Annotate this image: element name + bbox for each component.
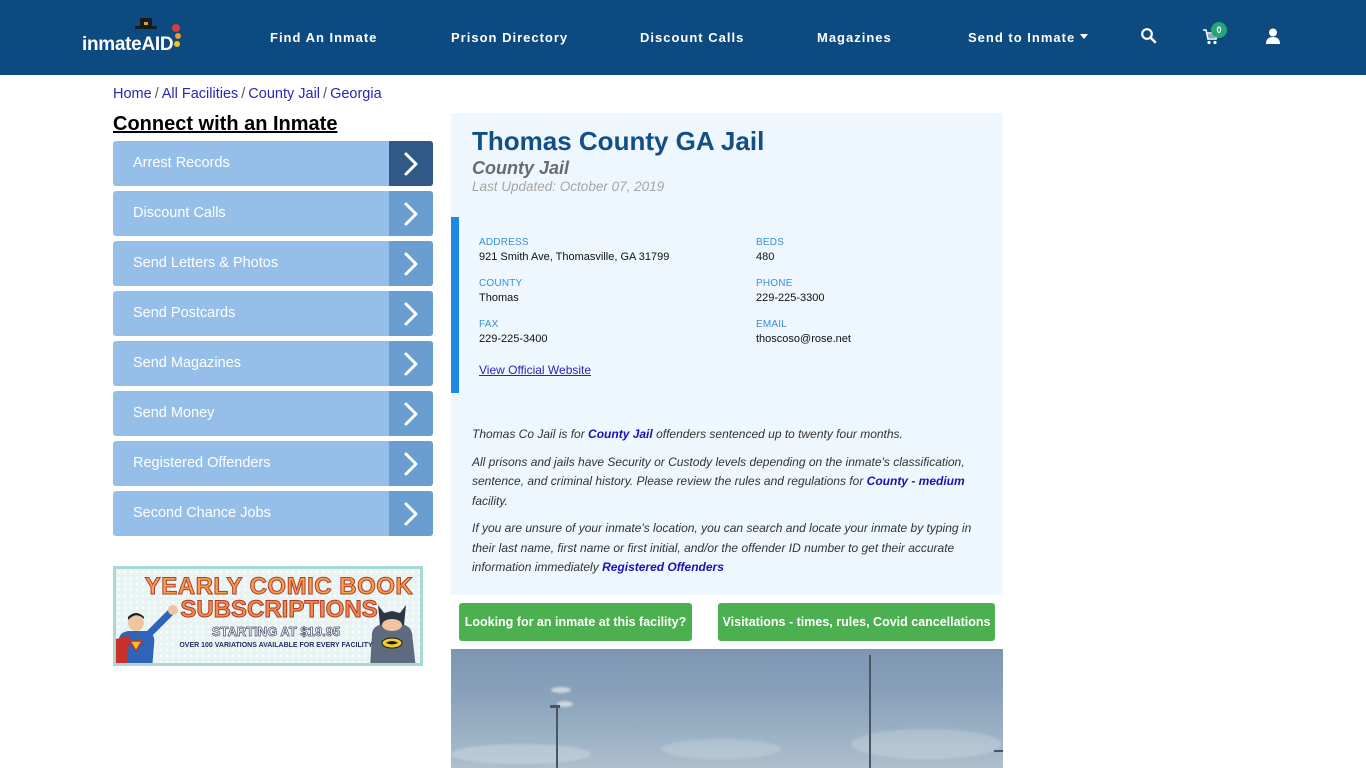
description-paragraph-1: Thomas Co Jail is for County Jail offend… <box>472 427 903 441</box>
sidebar-item-send-letters-photos[interactable]: Send Letters & Photos <box>113 241 433 286</box>
ad-price: STARTING AT $19.95 <box>211 624 341 640</box>
chevron-right-icon <box>389 241 433 286</box>
county-field: COUNTY Thomas <box>479 278 522 304</box>
pilgrim-hat-icon <box>135 18 157 29</box>
facility-panel: Thomas County GA Jail County Jail Last U… <box>451 113 1003 595</box>
email-label: EMAIL <box>756 319 788 330</box>
description-paragraph-3: If you are unsure of your inmate's locat… <box>472 521 972 574</box>
breadcrumb: Home / All Facilities / County Jail / Georgia <box>113 86 382 102</box>
breadcrumb-home[interactable]: Home <box>113 86 152 102</box>
breadcrumb-county-jail[interactable]: County Jail <box>248 86 320 102</box>
email-value: thoscoso@rose.net <box>756 333 851 345</box>
street-light-head <box>550 705 560 708</box>
address-field: ADDRESS 921 Smith Ave, Thomasville, GA 3… <box>479 237 669 263</box>
breadcrumb-separator: / <box>241 86 246 102</box>
sidebar-item-send-magazines[interactable]: Send Magazines <box>113 341 433 386</box>
sidebar-item-registered-offenders[interactable]: Registered Offenders <box>113 441 433 486</box>
info-accent-bar <box>451 217 459 393</box>
sidebar-title: Connect with an Inmate <box>113 113 338 135</box>
visitations-button[interactable]: Visitations - times, rules, Covid cancel… <box>718 603 995 641</box>
chevron-right-icon <box>389 191 433 236</box>
chevron-right-icon <box>389 391 433 436</box>
facility-info-box: ADDRESS 921 Smith Ave, Thomasville, GA 3… <box>451 217 1003 393</box>
county-value: Thomas <box>479 292 519 304</box>
sidebar-item-label: Send Magazines <box>133 355 242 371</box>
sidebar-item-label: Registered Offenders <box>133 455 271 471</box>
beds-field: BEDS 480 <box>756 237 784 263</box>
street-light-pole <box>556 707 558 768</box>
sidebar-menu: Arrest Records Discount Calls Send Lette… <box>113 141 433 541</box>
find-inmate-at-facility-button[interactable]: Looking for an inmate at this facility? <box>459 603 692 641</box>
ad-headline-2: SUBSCRIPTIONS <box>180 596 378 624</box>
facility-photo <box>451 649 1003 768</box>
last-updated: Last Updated: October 07, 2019 <box>472 179 665 194</box>
county-jail-link[interactable]: County Jail <box>588 427 653 441</box>
top-navbar: inmateAID Find An Inmate Prison Director… <box>0 0 1366 75</box>
facility-type: County Jail <box>472 158 570 178</box>
facility-description: Thomas Co Jail is for County Jail offend… <box>472 425 982 586</box>
fax-value: 229-225-3400 <box>479 333 548 345</box>
description-paragraph-2: All prisons and jails have Security or C… <box>472 454 965 508</box>
sidebar-item-label: Arrest Records <box>133 155 230 171</box>
sidebar-item-discount-calls[interactable]: Discount Calls <box>113 191 433 236</box>
sidebar-item-arrest-records[interactable]: Arrest Records <box>113 141 433 186</box>
phone-field: PHONE 229-225-3300 <box>756 278 825 304</box>
facility-title: Thomas County GA Jail <box>472 126 765 156</box>
breadcrumb-all-facilities[interactable]: All Facilities <box>162 86 239 102</box>
cloud <box>851 729 1001 759</box>
search-icon[interactable] <box>1140 27 1158 45</box>
registered-offenders-link[interactable]: Registered Offenders <box>602 560 724 574</box>
logo-text: inmateAID <box>82 34 174 55</box>
nav-prison-directory[interactable]: Prison Directory <box>451 30 568 45</box>
chevron-right-icon <box>389 341 433 386</box>
nav-send-to-inmate-label: Send to Inmate <box>968 30 1076 45</box>
site-logo[interactable]: inmateAID <box>82 18 181 55</box>
cart-count-badge: 0 <box>1211 22 1227 38</box>
beds-label: BEDS <box>756 237 785 248</box>
autumn-leaves-icon <box>172 24 181 47</box>
sidebar-item-label: Discount Calls <box>133 205 226 221</box>
nav-send-to-inmate[interactable]: Send to Inmate <box>968 30 1089 45</box>
breadcrumb-separator: / <box>323 86 328 102</box>
breadcrumb-separator: / <box>154 86 159 102</box>
nav-magazines[interactable]: Magazines <box>817 30 892 45</box>
street-light-head <box>994 750 1003 752</box>
sidebar-item-second-chance-jobs[interactable]: Second Chance Jobs <box>113 491 433 536</box>
phone-label: PHONE <box>756 278 793 289</box>
county-medium-link[interactable]: County - medium <box>867 474 965 488</box>
user-icon[interactable] <box>1264 27 1282 45</box>
breadcrumb-georgia[interactable]: Georgia <box>330 86 382 102</box>
phone-value: 229-225-3300 <box>756 292 825 304</box>
comic-subscription-ad[interactable]: YEARLY COMIC BOOK SUBSCRIPTIONS STARTING… <box>113 566 423 666</box>
address-value: 921 Smith Ave, Thomasville, GA 31799 <box>479 251 670 263</box>
cloud <box>551 687 571 693</box>
address-label: ADDRESS <box>479 237 529 248</box>
email-field: EMAIL thoscoso@rose.net <box>756 319 851 345</box>
sidebar-item-label: Send Letters & Photos <box>133 255 279 271</box>
radio-tower <box>869 655 871 768</box>
beds-value: 480 <box>756 251 775 263</box>
chevron-right-icon <box>389 291 433 336</box>
caret-down-icon <box>1080 34 1089 40</box>
sidebar-item-label: Send Money <box>133 405 215 421</box>
nav-find-an-inmate[interactable]: Find An Inmate <box>270 30 377 45</box>
sidebar-item-send-postcards[interactable]: Send Postcards <box>113 291 433 336</box>
nav-discount-calls[interactable]: Discount Calls <box>640 30 744 45</box>
sidebar-item-label: Send Postcards <box>133 305 236 321</box>
chevron-right-icon <box>389 441 433 486</box>
fax-field: FAX 229-225-3400 <box>479 319 548 345</box>
cloud <box>451 744 591 764</box>
chevron-right-icon <box>389 491 433 536</box>
chevron-right-icon <box>389 141 433 186</box>
sidebar-item-label: Second Chance Jobs <box>133 505 271 521</box>
view-official-website-link[interactable]: View Official Website <box>479 363 591 377</box>
fax-label: FAX <box>479 319 499 330</box>
ad-tagline: OVER 100 VARIATIONS AVAILABLE FOR EVERY … <box>179 642 373 649</box>
cloud <box>661 739 781 759</box>
sidebar-item-send-money[interactable]: Send Money <box>113 391 433 436</box>
county-label: COUNTY <box>479 278 523 289</box>
